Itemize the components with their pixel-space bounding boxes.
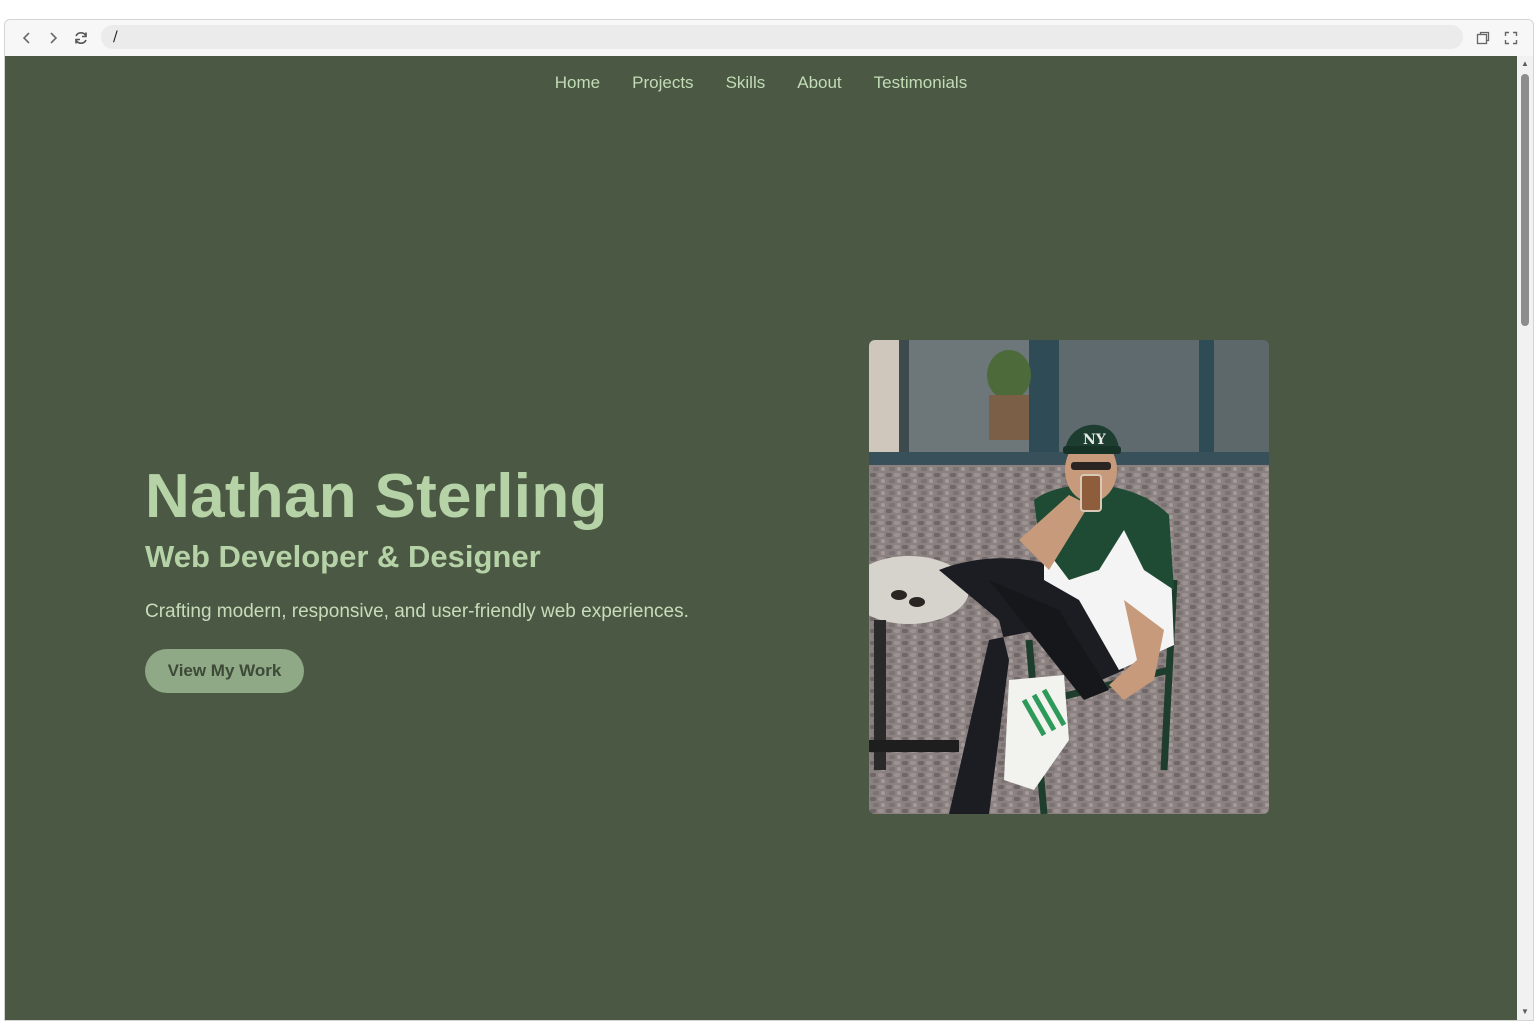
reload-icon[interactable] <box>69 26 93 50</box>
url-text: / <box>113 29 118 45</box>
nav-item-about[interactable]: About <box>797 73 841 93</box>
scroll-up-icon[interactable]: ▲ <box>1520 59 1530 69</box>
scroll-down-icon[interactable]: ▼ <box>1520 1007 1530 1017</box>
chevron-left-icon[interactable] <box>15 26 39 50</box>
scrollbar-thumb[interactable] <box>1521 74 1529 326</box>
vertical-scrollbar[interactable]: ▲ ▼ <box>1517 56 1533 1020</box>
page-viewport: Home Projects Skills About Testimonials … <box>5 56 1517 1020</box>
hero-text: Nathan Sterling Web Developer & Designer… <box>145 461 785 693</box>
chevron-right-icon[interactable] <box>41 26 65 50</box>
hero-name: Nathan Sterling <box>145 462 608 531</box>
hero-role: Web Developer & Designer <box>145 539 541 574</box>
fullscreen-icon[interactable] <box>1499 26 1523 50</box>
svg-text:NY: NY <box>1083 432 1107 448</box>
browser-toolbar: / <box>5 20 1533 56</box>
browser-window: / Home Projects Skills About Testimonial… <box>4 19 1534 1021</box>
nav-item-skills[interactable]: Skills <box>726 73 766 93</box>
hero-tagline: Crafting modern, responsive, and user-fr… <box>145 601 689 622</box>
portrait-image: NY <box>869 340 1269 814</box>
hero-photo: NY <box>869 340 1269 814</box>
address-bar[interactable]: / <box>101 25 1463 49</box>
screenshot-icon[interactable] <box>1471 26 1495 50</box>
nav-item-home[interactable]: Home <box>555 73 600 93</box>
nav-item-testimonials[interactable]: Testimonials <box>874 73 968 93</box>
main-nav: Home Projects Skills About Testimonials <box>5 73 1517 93</box>
nav-item-projects[interactable]: Projects <box>632 73 693 93</box>
view-my-work-button[interactable]: View My Work <box>145 649 304 693</box>
